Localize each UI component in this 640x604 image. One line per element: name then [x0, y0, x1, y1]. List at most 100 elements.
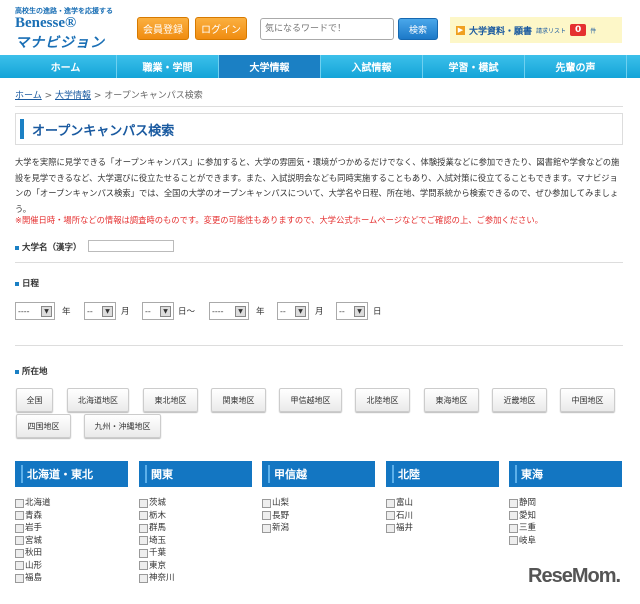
checkbox[interactable]: [386, 498, 395, 508]
prefecture-checkbox[interactable]: 愛知: [509, 510, 536, 523]
prefecture-checkbox[interactable]: 秋田: [15, 547, 51, 560]
to-month-select[interactable]: -- ▼: [277, 302, 309, 320]
region-button-tohoku[interactable]: 東北地区: [143, 388, 198, 412]
to-day-select[interactable]: -- ▼: [336, 302, 368, 320]
prefecture-label: 群馬: [149, 523, 167, 533]
prefecture-checkbox[interactable]: 千葉: [139, 547, 175, 560]
prefecture-checkbox[interactable]: 宮城: [15, 535, 51, 548]
request-list-label: 請求リスト: [536, 27, 567, 35]
prefecture-checkbox[interactable]: 三重: [509, 522, 536, 535]
location-label: 所在地: [15, 365, 48, 377]
checkbox[interactable]: [15, 561, 24, 571]
region-button-all[interactable]: 全国: [16, 388, 53, 412]
login-button[interactable]: ログイン: [195, 17, 247, 40]
checkbox[interactable]: [139, 548, 148, 558]
prefecture-checkbox[interactable]: 埼玉: [139, 535, 175, 548]
checkbox[interactable]: [139, 561, 148, 571]
prefecture-checkbox[interactable]: 山形: [15, 560, 51, 573]
prefecture-label: 茨城: [149, 498, 167, 508]
prefecture-checkbox[interactable]: 東京: [139, 560, 175, 573]
checkbox[interactable]: [15, 548, 24, 558]
checkbox[interactable]: [509, 523, 518, 533]
region-button-kyushu[interactable]: 九州・沖縄地区: [84, 414, 161, 438]
prefecture-label: 三重: [519, 523, 537, 533]
prefecture-label: 青森: [25, 510, 43, 521]
prefecture-label: 富山: [396, 498, 414, 508]
checkbox[interactable]: [15, 536, 24, 546]
region-button-hokkaido[interactable]: 北海道地区: [67, 388, 129, 412]
month-unit: 月: [121, 307, 130, 317]
region-button-kanto[interactable]: 関東地区: [211, 388, 266, 412]
day-unit: 日: [373, 307, 382, 317]
checkbox[interactable]: [262, 498, 271, 508]
nav-seniors[interactable]: 先輩の声: [525, 55, 627, 78]
checkbox[interactable]: [139, 498, 148, 508]
brand-logo[interactable]: Benesse®: [15, 15, 76, 32]
prefecture-checkbox[interactable]: 岩手: [15, 522, 51, 535]
breadcrumb-university[interactable]: 大学情報: [55, 91, 91, 101]
intro-text: 大学を実際に見学できる「オープンキャンパス」に参加すると、大学の雰囲気・環境がつ…: [15, 157, 620, 215]
region-button-tokai[interactable]: 東海地区: [424, 388, 479, 412]
prefecture-checkbox[interactable]: 長野: [262, 510, 289, 523]
checkbox[interactable]: [139, 523, 148, 533]
checkbox[interactable]: [509, 536, 518, 546]
checkbox[interactable]: [509, 498, 518, 508]
prefecture-checkbox[interactable]: 新潟: [262, 522, 289, 535]
checkbox[interactable]: [15, 511, 24, 521]
breadcrumb-home[interactable]: ホーム: [15, 91, 42, 101]
checkbox[interactable]: [262, 523, 271, 533]
university-name-input[interactable]: [88, 240, 174, 252]
region-button-hokuriku[interactable]: 北陸地区: [355, 388, 410, 412]
resemom-watermark: ReseMom.: [528, 565, 621, 587]
checkbox[interactable]: [15, 523, 24, 533]
nav-study[interactable]: 学習・模試: [423, 55, 525, 78]
prefecture-checkbox[interactable]: 山梨: [262, 497, 289, 510]
region-button-kinki[interactable]: 近畿地区: [492, 388, 547, 412]
from-month-select[interactable]: -- ▼: [84, 302, 116, 320]
checkbox[interactable]: [15, 498, 24, 508]
from-day-select[interactable]: -- ▼: [142, 302, 174, 320]
prefecture-checkbox[interactable]: 福井: [386, 522, 413, 535]
search-button[interactable]: 検索: [398, 18, 438, 40]
checkbox[interactable]: [139, 511, 148, 521]
prefecture-checkbox[interactable]: 静岡: [509, 497, 536, 510]
prefecture-label: 静岡: [519, 498, 537, 508]
prefecture-label: 愛知: [519, 510, 537, 521]
checkbox[interactable]: [15, 573, 24, 583]
nav-university[interactable]: 大学情報: [219, 55, 321, 78]
region-button-koshinetsu[interactable]: 甲信越地区: [279, 388, 342, 412]
prefecture-checkbox[interactable]: 北海道: [15, 497, 51, 510]
brand-sub-logo[interactable]: マナビジョン: [15, 32, 105, 52]
prefecture-checkbox[interactable]: 群馬: [139, 522, 175, 535]
nav-exam[interactable]: 入試情報: [321, 55, 423, 78]
nav-career[interactable]: 職業・学問: [117, 55, 219, 78]
prefecture-checkbox[interactable]: 栃木: [139, 510, 175, 523]
divider: [15, 262, 623, 263]
checkbox[interactable]: [139, 536, 148, 546]
nav-home[interactable]: ホーム: [15, 55, 117, 78]
prefecture-checkbox[interactable]: 茨城: [139, 497, 175, 510]
checkbox[interactable]: [262, 511, 271, 521]
prefecture-checkbox[interactable]: 富山: [386, 497, 413, 510]
prefecture-checkbox[interactable]: 福島: [15, 572, 51, 585]
prefecture-checkbox[interactable]: 岐阜: [509, 535, 536, 548]
checkbox[interactable]: [386, 511, 395, 521]
checkbox[interactable]: [386, 523, 395, 533]
register-button[interactable]: 会員登録: [137, 17, 189, 40]
prefecture-label: 福井: [396, 523, 414, 533]
request-unit: 件: [590, 27, 597, 35]
prefecture-checkbox[interactable]: 青森: [15, 510, 51, 523]
from-year-select[interactable]: ---- ▼: [15, 302, 55, 320]
region-button-chugoku[interactable]: 中国地区: [560, 388, 615, 412]
request-list-link[interactable]: ▶ 大学資料・願書 請求リスト 0 件: [450, 17, 622, 43]
warning-text: ※開催日時・場所などの情報は調査時のものです。変更の可能性もありますので、大学公…: [15, 215, 543, 225]
checkbox[interactable]: [509, 511, 518, 521]
region-button-shikoku[interactable]: 四国地区: [16, 414, 71, 438]
arrow-icon: ▶: [456, 25, 465, 35]
month-unit: 月: [315, 307, 324, 317]
search-input[interactable]: [260, 18, 394, 40]
to-year-select[interactable]: ---- ▼: [209, 302, 249, 320]
prefecture-checkbox[interactable]: 石川: [386, 510, 413, 523]
prefecture-checkbox[interactable]: 神奈川: [139, 572, 175, 585]
checkbox[interactable]: [139, 573, 148, 583]
